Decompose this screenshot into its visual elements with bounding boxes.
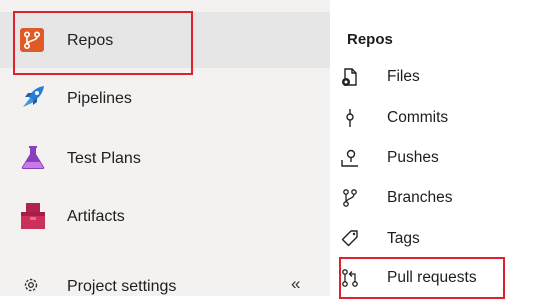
- collapse-nav-button[interactable]: «: [291, 274, 300, 294]
- branches-icon: [340, 188, 360, 213]
- submenu-item-files[interactable]: Files: [330, 58, 537, 96]
- highlight-repos: [13, 11, 193, 75]
- files-icon: [340, 67, 360, 92]
- submenu-item-commits[interactable]: Commits: [330, 99, 537, 137]
- pushes-icon: [340, 148, 360, 173]
- submenu-item-label: Branches: [387, 189, 453, 206]
- submenu-item-label: Commits: [387, 109, 449, 126]
- submenu-item-label: Tags: [387, 230, 420, 247]
- tag-icon: [340, 229, 360, 254]
- nav-item-test-plans[interactable]: Test Plans: [0, 130, 330, 186]
- submenu-item-pushes[interactable]: Pushes: [330, 139, 537, 177]
- nav-item-artifacts[interactable]: Artifacts: [0, 188, 330, 244]
- submenu-item-tags[interactable]: Tags: [330, 220, 537, 258]
- nav-item-label: Test Plans: [67, 150, 141, 167]
- pipelines-icon: [20, 84, 46, 115]
- submenu-item-branches[interactable]: Branches: [330, 179, 537, 217]
- repos-submenu: Repos Files Commits Pushes Branches Tags…: [330, 0, 537, 296]
- nav-item-label: Pipelines: [67, 90, 132, 107]
- nav-item-label: Artifacts: [67, 208, 125, 225]
- nav-item-pipelines[interactable]: Pipelines: [0, 70, 330, 126]
- project-settings-link[interactable]: Project settings: [67, 278, 176, 296]
- submenu-item-label: Pushes: [387, 149, 439, 166]
- test-plans-icon: [20, 144, 46, 175]
- submenu-title: Repos: [347, 31, 393, 48]
- artifacts-icon: [20, 202, 46, 235]
- submenu-item-label: Files: [387, 68, 420, 85]
- commits-icon: [340, 108, 360, 133]
- highlight-pull-requests: [339, 257, 505, 299]
